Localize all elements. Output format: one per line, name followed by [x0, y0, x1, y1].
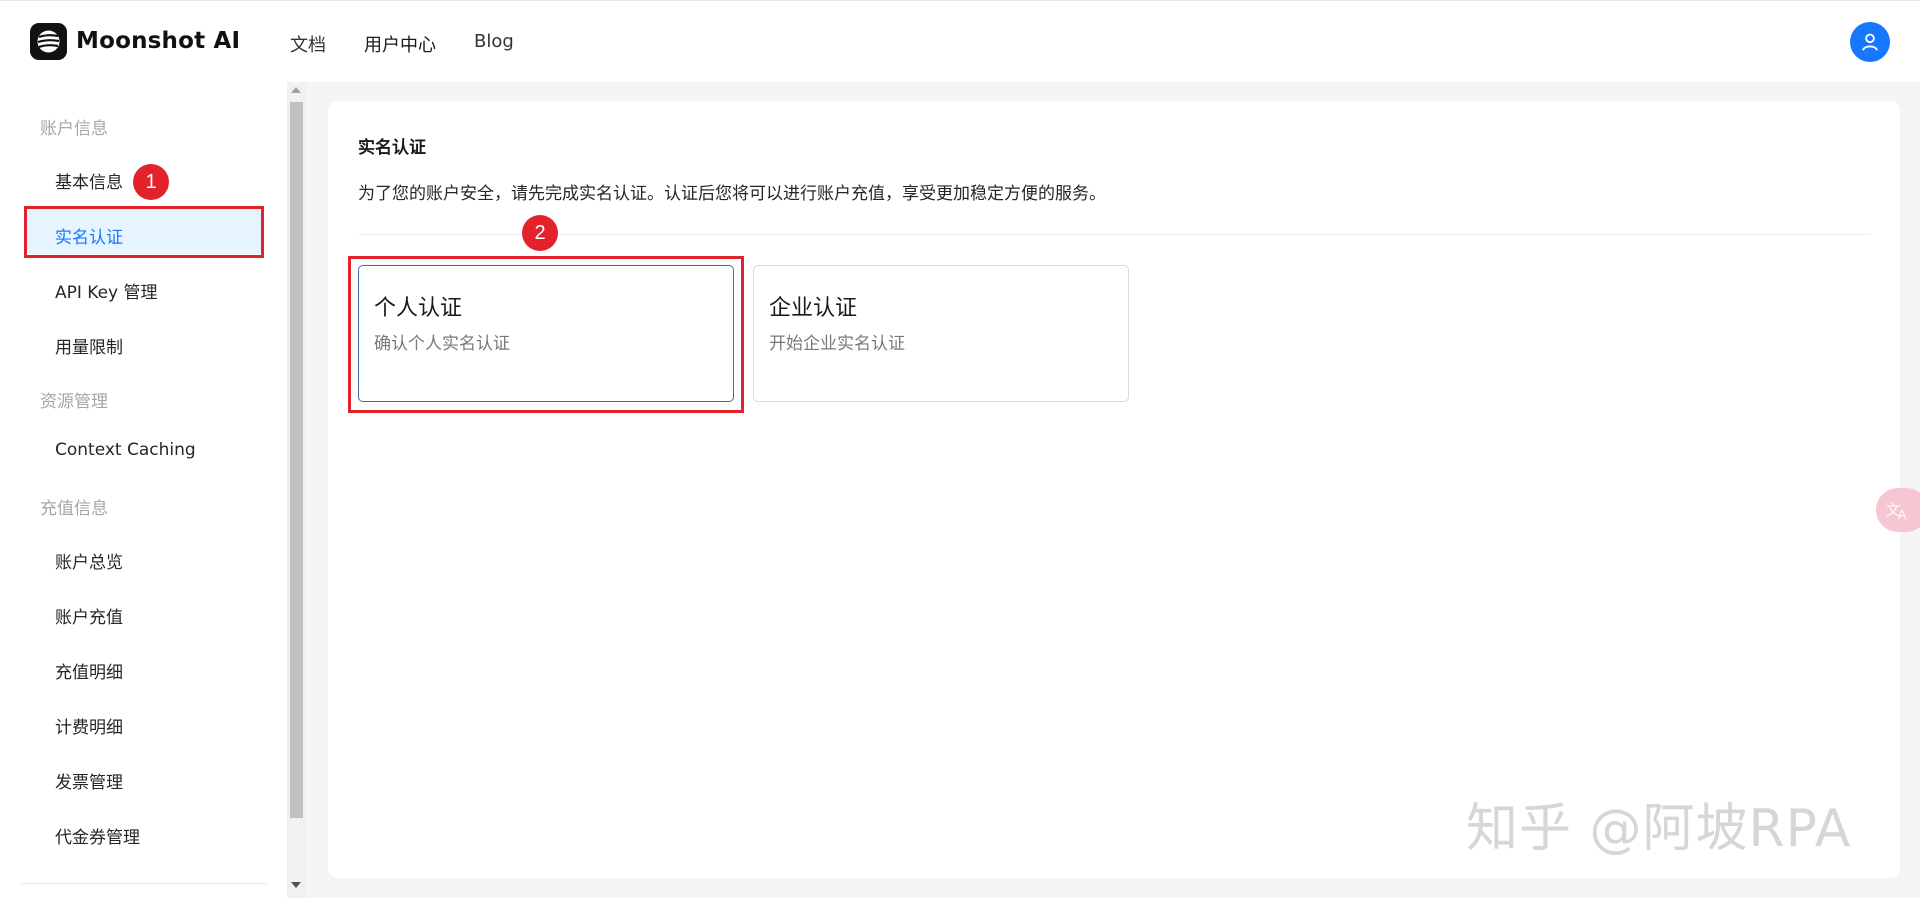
translate-icon: 文 A	[1886, 503, 1907, 522]
sidebar-divider	[22, 883, 267, 884]
sidebar-group-recharge: 充值信息	[40, 499, 108, 519]
sidebar-scrollbar[interactable]	[287, 82, 306, 898]
nav-docs[interactable]: 文档	[290, 31, 326, 57]
sidebar-item-recharge-details[interactable]: 充值明细	[55, 658, 123, 683]
user-avatar[interactable]	[1850, 22, 1890, 62]
annotation-box-2	[348, 256, 744, 413]
sidebar-item-context-caching[interactable]: Context Caching	[55, 440, 196, 460]
top-nav: 文档 用户中心 Blog	[290, 31, 552, 57]
sidebar-group-resources: 资源管理	[40, 392, 108, 412]
sidebar-item-basic-info[interactable]: 基本信息	[55, 168, 123, 193]
top-header: Moonshot AI 文档 用户中心 Blog	[0, 0, 1920, 82]
brand-logo[interactable]: Moonshot AI	[30, 22, 240, 60]
nav-user-center[interactable]: 用户中心	[364, 31, 436, 57]
watermark: 知乎 @阿坡RPA	[1466, 799, 1852, 859]
user-icon	[1862, 33, 1878, 51]
sidebar-item-api-key[interactable]: API Key 管理	[55, 278, 158, 303]
scroll-up-arrow-icon[interactable]	[291, 87, 301, 93]
content-divider	[358, 234, 1870, 235]
nav-blog[interactable]: Blog	[474, 31, 514, 57]
sidebar-item-usage-limit[interactable]: 用量限制	[55, 333, 123, 358]
enterprise-verification-card[interactable]: 企业认证 开始企业实名认证	[753, 265, 1129, 402]
sidebar-item-vouchers[interactable]: 代金券管理	[55, 823, 140, 848]
sidebar-item-billing-details[interactable]: 计费明细	[55, 713, 123, 738]
annotation-box-1	[24, 206, 264, 258]
page-title: 实名认证	[358, 138, 426, 158]
sidebar: 账户信息 基本信息 实名认证 API Key 管理 用量限制 资源管理 Cont…	[0, 82, 287, 898]
sidebar-group-account: 账户信息	[40, 119, 108, 139]
brand-name: Moonshot AI	[76, 28, 241, 54]
translate-float-button[interactable]: 文 A	[1876, 488, 1920, 532]
sidebar-item-invoices[interactable]: 发票管理	[55, 768, 123, 793]
main-card: 实名认证 为了您的账户安全，请先完成实名认证。认证后您将可以进行账户充值，享受更…	[328, 101, 1900, 878]
sidebar-item-account-overview[interactable]: 账户总览	[55, 548, 123, 573]
scroll-down-arrow-icon[interactable]	[291, 882, 301, 888]
annotation-badge-1: 1	[133, 164, 169, 200]
sidebar-item-recharge[interactable]: 账户充值	[55, 603, 123, 628]
enterprise-verification-subtitle: 开始企业实名认证	[769, 334, 905, 354]
scroll-thumb[interactable]	[290, 102, 303, 818]
annotation-badge-2: 2	[522, 215, 558, 251]
enterprise-verification-title: 企业认证	[769, 296, 858, 321]
svg-text:A: A	[1898, 508, 1907, 522]
moonshot-logo-icon	[30, 22, 67, 60]
page-description: 为了您的账户安全，请先完成实名认证。认证后您将可以进行账户充值，享受更加稳定方便…	[358, 184, 1106, 204]
